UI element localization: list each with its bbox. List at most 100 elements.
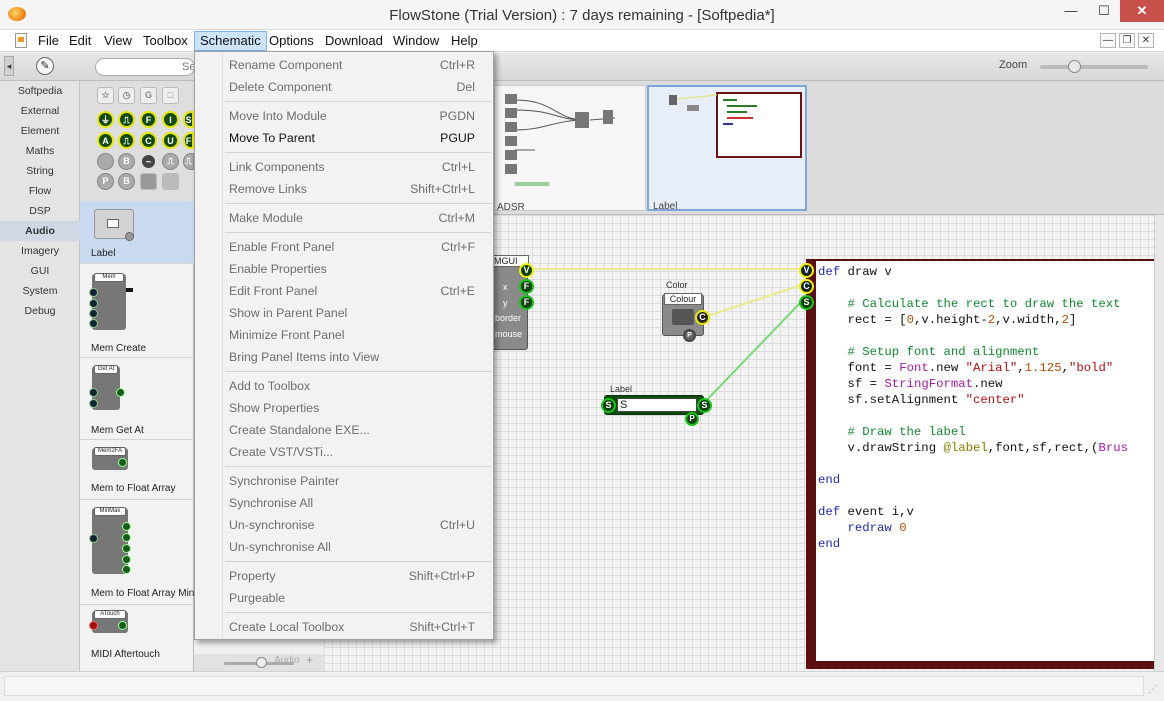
gui-filter-icon[interactable]: G bbox=[140, 87, 157, 104]
navigator-panel-label-module[interactable]: Label bbox=[647, 85, 807, 212]
component-mem-create[interactable]: Mem Mem Create bbox=[80, 264, 194, 358]
int-type-icon[interactable]: I bbox=[162, 111, 179, 128]
menu-edit[interactable]: Edit bbox=[64, 33, 96, 51]
mdi-minimize-button[interactable]: — bbox=[1100, 33, 1116, 48]
user-type-icon[interactable]: U bbox=[162, 132, 179, 149]
menu-view[interactable]: View bbox=[99, 33, 137, 51]
mdi-close-button[interactable]: ✕ bbox=[1138, 33, 1154, 48]
menu-item-enable-properties[interactable]: Enable Properties bbox=[229, 258, 489, 280]
zoom-slider-knob[interactable] bbox=[1068, 60, 1081, 73]
minimize-button[interactable]: — bbox=[1055, 0, 1087, 22]
footer-slider-knob[interactable] bbox=[256, 657, 267, 668]
category-gui[interactable]: GUI bbox=[0, 261, 80, 281]
menu-item-create-vst-vsti[interactable]: Create VST/VSTi... bbox=[229, 441, 489, 463]
recent-filter-icon[interactable]: ◷ bbox=[118, 87, 135, 104]
category-dsp[interactable]: DSP bbox=[0, 201, 80, 221]
category-string[interactable]: String bbox=[0, 161, 80, 181]
menu-file[interactable]: File bbox=[33, 33, 64, 51]
menu-item-remove-links[interactable]: Remove Links Shift+Ctrl+L bbox=[229, 178, 489, 200]
menu-item-create-local-toolbox[interactable]: Create Local Toolbox Shift+Ctrl+T bbox=[229, 616, 489, 638]
menu-item-rename-component[interactable]: Rename Component Ctrl+R bbox=[229, 54, 489, 76]
maximize-button[interactable]: ☐ bbox=[1088, 0, 1120, 22]
menu-item-edit-front-panel[interactable]: Edit Front Panel Ctrl+E bbox=[229, 280, 489, 302]
toolbox-search-input[interactable]: Se bbox=[95, 58, 195, 76]
component-mem-to-float-array[interactable]: Mem2FA Mem to Float Array bbox=[80, 440, 194, 500]
mdi-restore-button[interactable]: ❐ bbox=[1119, 33, 1135, 48]
category-external[interactable]: External bbox=[0, 101, 80, 121]
ground-type-icon[interactable]: ⏚ bbox=[97, 111, 114, 128]
menu-item-show-in-parent-panel[interactable]: Show in Parent Panel bbox=[229, 302, 489, 324]
category-system[interactable]: System bbox=[0, 281, 80, 301]
poly-type-icon[interactable]: ⎍ bbox=[162, 153, 179, 170]
component-label[interactable]: Label bbox=[80, 201, 194, 264]
bus-type-icon[interactable] bbox=[97, 153, 114, 170]
mono-type-icon[interactable]: ⎍ bbox=[183, 153, 194, 170]
menu-item-link-components[interactable]: Link Components Ctrl+L bbox=[229, 156, 489, 178]
array-type-icon[interactable]: A bbox=[97, 132, 114, 149]
bool-type-icon[interactable]: B bbox=[118, 153, 135, 170]
mgui-view-pin[interactable]: V bbox=[519, 263, 534, 278]
menu-item-make-module[interactable]: Make Module Ctrl+M bbox=[229, 207, 489, 229]
add-icon[interactable]: + bbox=[306, 653, 313, 667]
ruby-code-editor[interactable]: def draw v # Calculate the rect to draw … bbox=[816, 261, 1154, 661]
menu-item-enable-front-panel[interactable]: Enable Front Panel Ctrl+F bbox=[229, 236, 489, 258]
menu-item-delete-component[interactable]: Delete Component Del bbox=[229, 76, 489, 98]
code-string-pin[interactable]: S bbox=[799, 295, 814, 310]
category-softpedia[interactable]: Softpedia bbox=[0, 81, 80, 101]
document-icon[interactable] bbox=[15, 33, 27, 48]
frame-type-icon[interactable]: F bbox=[183, 132, 194, 149]
menu-schematic[interactable]: Schematic bbox=[194, 31, 267, 51]
menu-toolbox[interactable]: Toolbox bbox=[138, 33, 193, 51]
category-maths[interactable]: Maths bbox=[0, 141, 80, 161]
string-type-icon[interactable]: S bbox=[183, 111, 194, 128]
menu-item-minimize-front-panel[interactable]: Minimize Front Panel bbox=[229, 324, 489, 346]
label-in-pin[interactable]: S bbox=[601, 398, 616, 413]
navigator-panel-adsr[interactable]: ADSR bbox=[494, 85, 646, 213]
menu-item-bring-panel-items-into-view[interactable]: Bring Panel Items into View bbox=[229, 346, 489, 368]
menu-item-synchronise-painter[interactable]: Synchronise Painter bbox=[229, 470, 489, 492]
midi-type-icon[interactable]: ⎍ bbox=[118, 132, 135, 149]
category-element[interactable]: Element bbox=[0, 121, 80, 141]
label-properties-pin[interactable]: P bbox=[685, 412, 699, 426]
vertical-scrollbar[interactable] bbox=[1154, 215, 1164, 671]
component-mem-to-float-array-minmax[interactable]: MinMax Mem to Float Array Min/Max bbox=[80, 500, 216, 605]
menu-item-property[interactable]: Property Shift+Ctrl+P bbox=[229, 565, 489, 587]
code-view-pin[interactable]: V bbox=[799, 263, 814, 278]
zoom-slider-track[interactable] bbox=[1040, 65, 1148, 69]
component-midi-aftertouch[interactable]: ATouch MIDI Aftertouch bbox=[80, 605, 194, 665]
category-audio[interactable]: Audio bbox=[0, 221, 80, 241]
bitmap-type-icon[interactable]: B bbox=[118, 173, 135, 190]
code-colour-pin[interactable]: C bbox=[799, 279, 814, 294]
menu-item-create-standalone-exe[interactable]: Create Standalone EXE... bbox=[229, 419, 489, 441]
pointer-type-icon[interactable]: P bbox=[97, 173, 114, 190]
resize-grip-icon[interactable]: ⋰ bbox=[1148, 684, 1158, 695]
collapse-panel-button[interactable]: ◂ bbox=[4, 56, 14, 76]
menu-item-move-into-module[interactable]: Move Into Module PGDN bbox=[229, 105, 489, 127]
float-type-icon[interactable]: F bbox=[140, 111, 157, 128]
wave-type-icon[interactable]: ~ bbox=[140, 153, 157, 170]
menu-item-show-properties[interactable]: Show Properties bbox=[229, 397, 489, 419]
menu-item-move-to-parent[interactable]: Move To Parent PGUP bbox=[229, 127, 489, 149]
color-out-pin[interactable]: C bbox=[695, 310, 710, 325]
color-properties-pin[interactable]: P bbox=[683, 329, 696, 342]
menu-window[interactable]: Window bbox=[388, 33, 444, 51]
area-type-icon[interactable] bbox=[162, 173, 179, 190]
label-text-field[interactable]: S bbox=[617, 398, 697, 412]
trigger-type-icon[interactable]: ⎍ bbox=[118, 111, 135, 128]
navigator-icon[interactable]: ✎ bbox=[36, 57, 54, 75]
component-mem-get-at[interactable]: Get At Mem Get At bbox=[80, 358, 194, 440]
mgui-x-pin[interactable]: F bbox=[519, 279, 534, 294]
color-node[interactable]: Colour C P bbox=[662, 293, 710, 342]
color-type-icon[interactable]: C bbox=[140, 132, 157, 149]
view-type-icon[interactable] bbox=[140, 173, 157, 190]
menu-options[interactable]: Options bbox=[264, 33, 319, 51]
menu-help[interactable]: Help bbox=[446, 33, 483, 51]
wire-string[interactable] bbox=[701, 300, 803, 406]
menu-item-add-to-toolbox[interactable]: Add to Toolbox bbox=[229, 375, 489, 397]
menu-item-synchronise-all[interactable]: Synchronise All bbox=[229, 492, 489, 514]
label-node[interactable]: S S S P bbox=[601, 395, 712, 426]
close-button[interactable]: ✕ bbox=[1120, 0, 1164, 22]
menu-item-un-synchronise[interactable]: Un-synchronise Ctrl+U bbox=[229, 514, 489, 536]
module-filter-icon[interactable]: □ bbox=[162, 87, 179, 104]
menu-item-purgeable[interactable]: Purgeable bbox=[229, 587, 489, 609]
